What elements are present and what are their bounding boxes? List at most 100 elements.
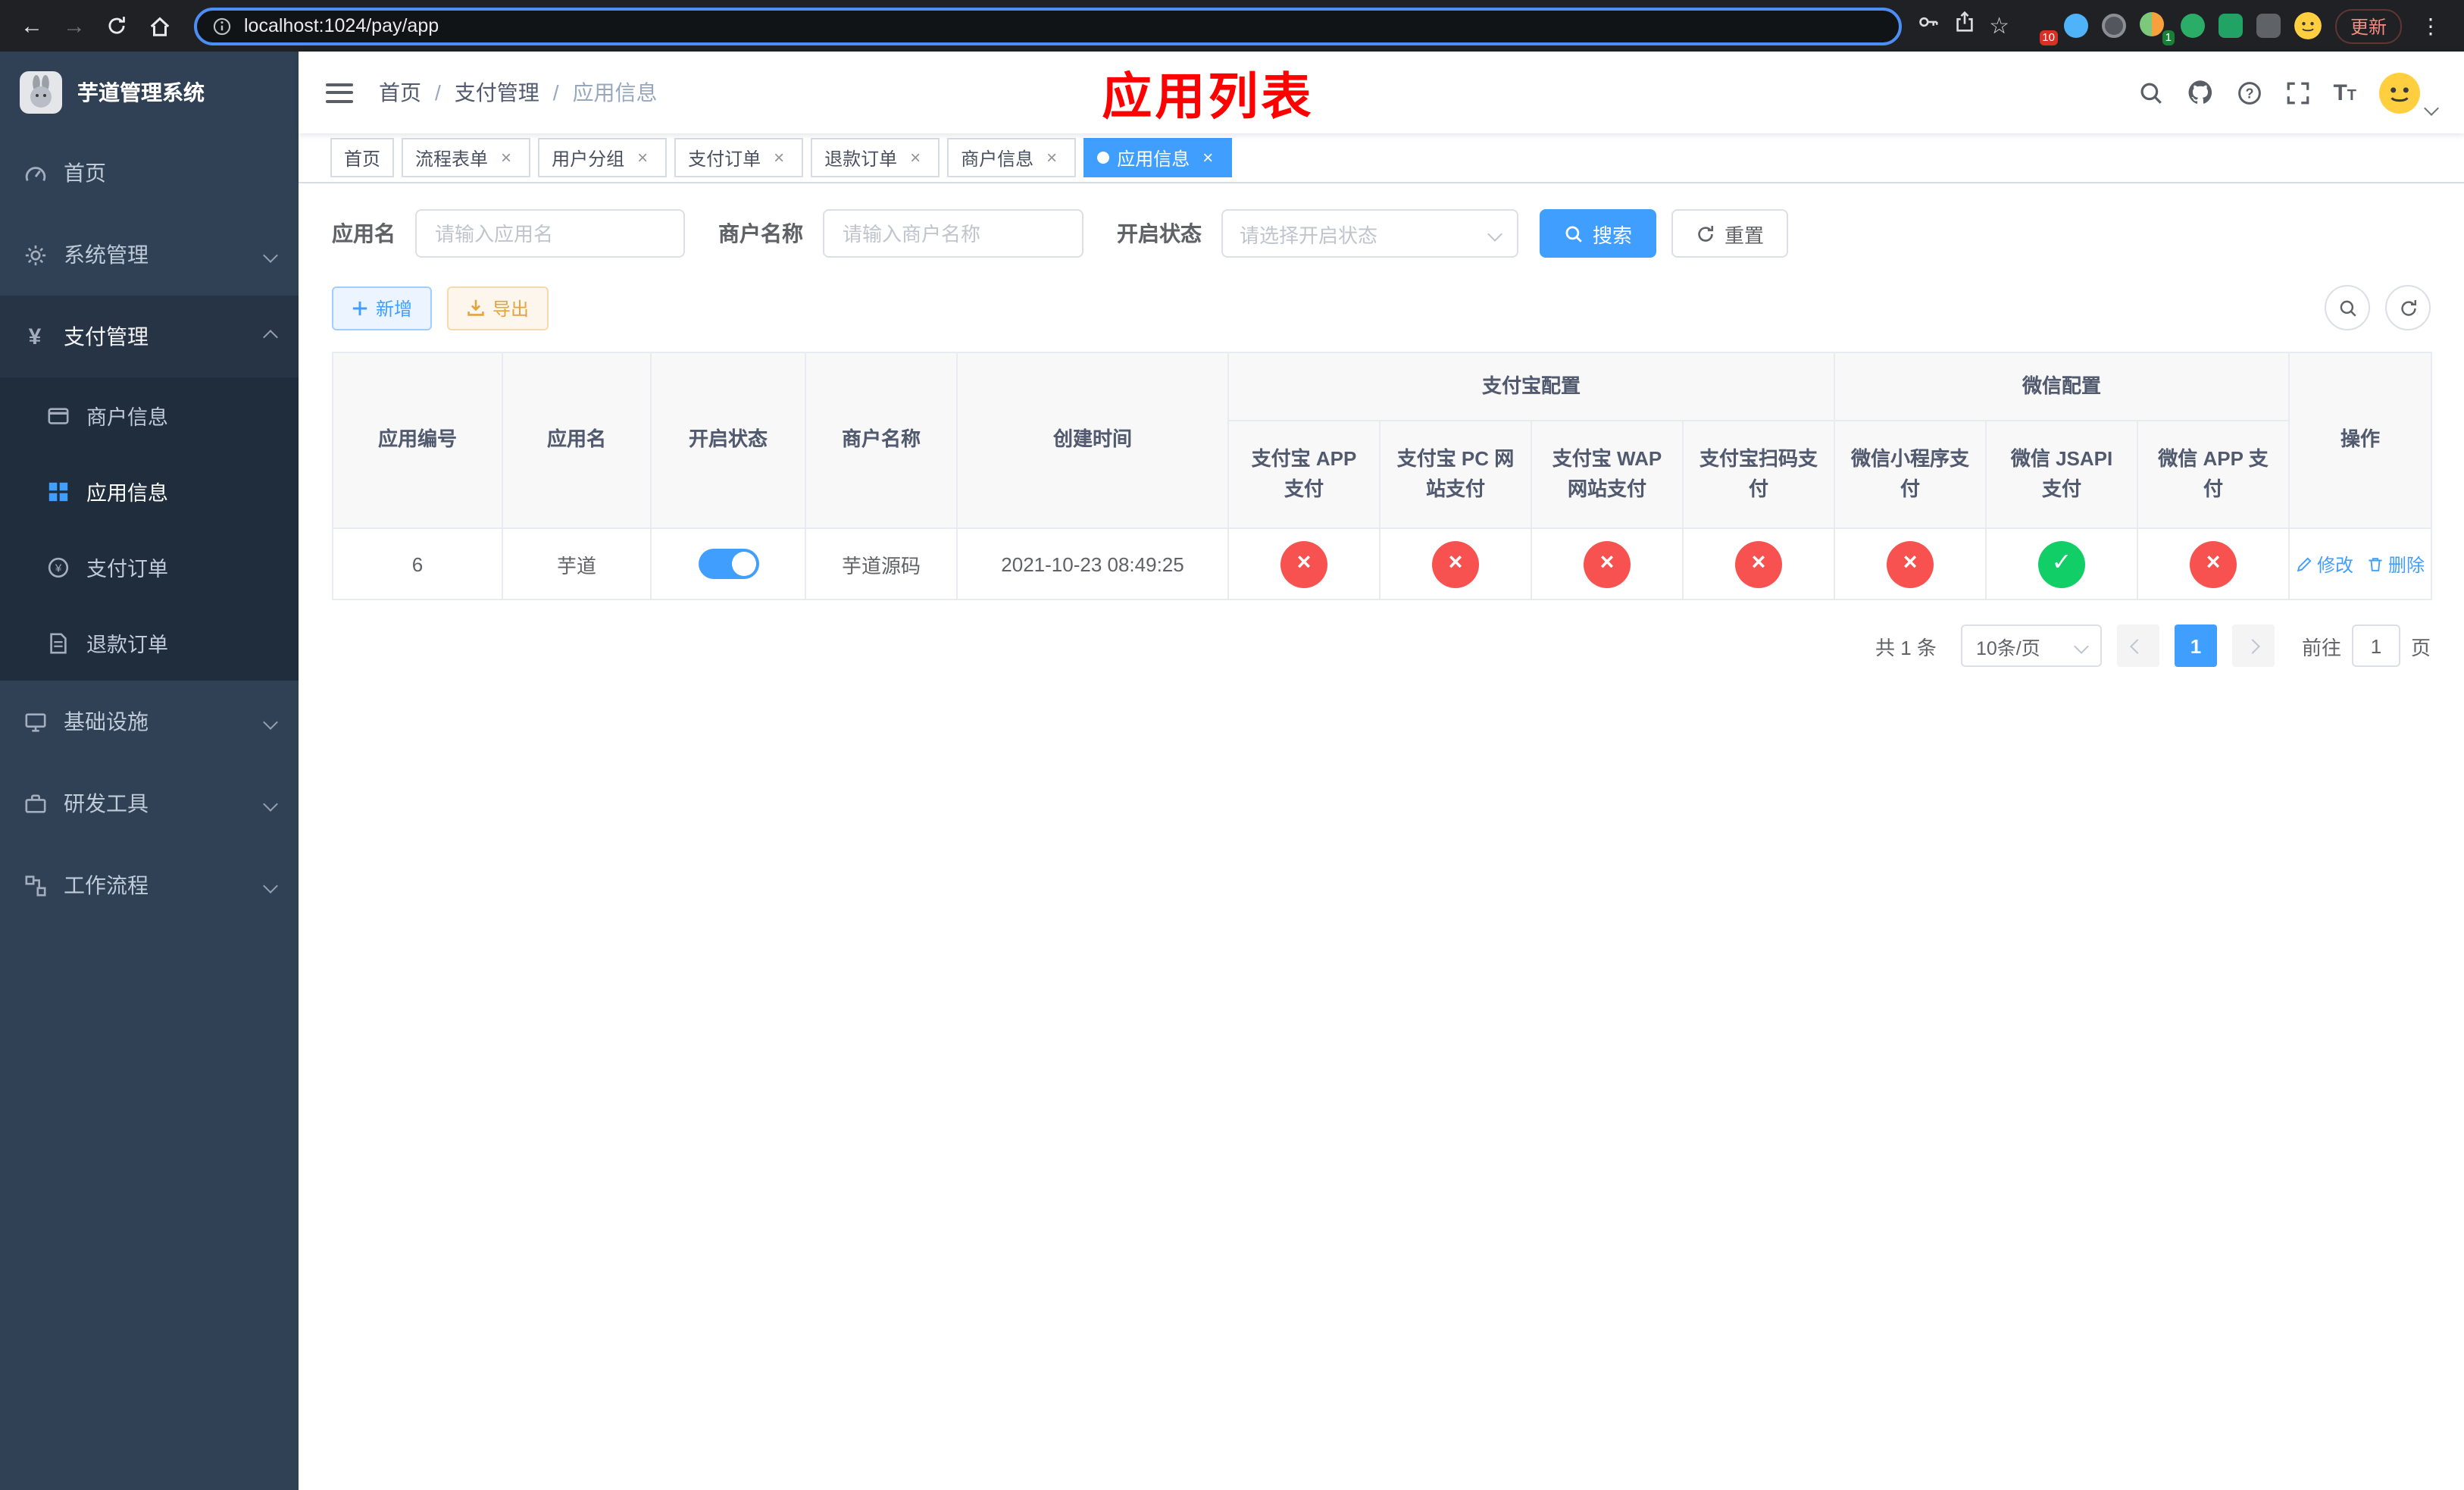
sidebar-item-payment[interactable]: ¥ 支付管理 — [0, 296, 299, 377]
sidebar-item-label: 商户信息 — [86, 406, 168, 429]
delete-link[interactable]: 删除 — [2367, 551, 2425, 577]
extension-notes-icon[interactable] — [2218, 14, 2243, 38]
browser-menu-icon[interactable]: ⋮ — [2416, 13, 2446, 39]
tab-home[interactable]: 首页 — [330, 138, 395, 177]
export-button[interactable]: 导出 — [447, 286, 549, 330]
chrome-update-button[interactable]: 更新 — [2334, 8, 2402, 43]
next-page-button[interactable] — [2231, 624, 2275, 667]
home-icon — [149, 16, 169, 36]
extension-drop-icon[interactable] — [2063, 14, 2088, 38]
prev-page-button[interactable] — [2116, 624, 2159, 667]
github-icon[interactable] — [2186, 79, 2213, 106]
tab-pay-order[interactable]: 支付订单 × — [674, 138, 804, 177]
user-avatar[interactable] — [2379, 72, 2439, 115]
trash-icon — [2369, 557, 2382, 571]
sidebar-item-refund-order[interactable]: 退款订单 — [0, 605, 299, 681]
col-alipay-app: 支付宝 APP 支付 — [1227, 420, 1381, 529]
close-icon[interactable]: × — [905, 147, 926, 168]
close-icon[interactable]: × — [496, 147, 517, 168]
col-wechat-jsapi: 微信 JSAPI 支付 — [1985, 420, 2139, 529]
fullscreen-icon[interactable] — [2284, 80, 2310, 105]
goto-page-input[interactable] — [2351, 624, 2400, 667]
cell-created: 2021-10-23 08:49:25 — [956, 527, 1229, 600]
close-icon[interactable]: × — [1197, 147, 1218, 168]
tab-process-form[interactable]: 流程表单 × — [402, 138, 531, 177]
main-area: 首页 / 支付管理 / 应用信息 应用列表 ? TT 首页 流程表单 × 用户分… — [299, 52, 2464, 1490]
breadcrumb-item[interactable]: 支付管理 — [455, 77, 539, 108]
status-cross-icon: × — [1887, 540, 1934, 587]
gear-icon — [23, 243, 47, 266]
share-icon[interactable] — [1953, 11, 1975, 41]
goto-unit-label: 页 — [2410, 636, 2431, 659]
pagination: 共 1 条 10条/页 1 前往 页 — [332, 624, 2431, 667]
tab-user-group[interactable]: 用户分组 × — [538, 138, 668, 177]
sidebar-item-infrastructure[interactable]: 基础设施 — [0, 681, 299, 762]
tab-refund-order[interactable]: 退款订单 × — [811, 138, 940, 177]
show-search-button[interactable] — [2325, 285, 2370, 330]
avatar-badge: 1 — [2162, 30, 2175, 45]
card-icon — [45, 404, 70, 427]
add-button-label: 新增 — [376, 298, 413, 319]
search-icon[interactable] — [2137, 80, 2163, 105]
reload-button[interactable] — [97, 6, 136, 45]
tab-label: 首页 — [344, 148, 381, 169]
sidebar-item-dev-tools[interactable]: 研发工具 — [0, 762, 299, 844]
tab-merchant-info[interactable]: 商户信息 × — [947, 138, 1077, 177]
app-name-input[interactable] — [415, 209, 685, 258]
sidebar-item-home[interactable]: 首页 — [0, 132, 299, 214]
chevron-down-icon — [263, 247, 278, 262]
workflow-icon — [23, 874, 47, 897]
page-number-button[interactable]: 1 — [2174, 624, 2217, 667]
home-button[interactable] — [139, 6, 179, 45]
extension-avatar-icon[interactable]: 1 — [2139, 12, 2175, 45]
site-info-icon[interactable] — [212, 16, 232, 36]
sidebar-item-label: 支付订单 — [86, 558, 168, 581]
chevron-down-icon — [263, 714, 278, 729]
close-icon[interactable]: × — [632, 147, 653, 168]
bookmark-star-icon[interactable]: ☆ — [1989, 12, 2009, 39]
sidebar-item-app-info[interactable]: 应用信息 — [0, 453, 299, 529]
help-icon[interactable]: ? — [2236, 80, 2262, 105]
back-button[interactable]: ← — [12, 6, 52, 45]
search-button[interactable]: 搜索 — [1540, 209, 1657, 258]
sidebar-toggle[interactable] — [326, 83, 353, 102]
status-toggle[interactable] — [698, 549, 758, 579]
page-size-select[interactable]: 10条/页 — [1960, 624, 2102, 667]
chevron-up-icon — [263, 329, 278, 344]
col-created: 创建时间 — [956, 352, 1229, 529]
status-select[interactable]: 请选择开启状态 — [1221, 209, 1518, 258]
password-key-icon[interactable] — [1916, 11, 1939, 41]
svg-text:¥: ¥ — [54, 562, 61, 574]
close-icon[interactable]: × — [768, 147, 790, 168]
tab-app-info[interactable]: 应用信息 × — [1083, 138, 1233, 177]
sidebar-item-system[interactable]: 系统管理 — [0, 214, 299, 296]
extension-tabs-icon[interactable]: 10 — [2023, 12, 2058, 45]
chevron-down-icon — [2074, 638, 2089, 653]
app-logo[interactable]: 芋道管理系统 — [0, 52, 299, 132]
extension-puzzle-icon[interactable] — [2256, 14, 2281, 38]
close-icon[interactable]: × — [1041, 147, 1062, 168]
status-cross-icon: × — [1432, 540, 1479, 587]
extension-wechat-icon[interactable] — [2180, 14, 2205, 38]
breadcrumb-item[interactable]: 首页 — [379, 77, 421, 108]
reset-button[interactable]: 重置 — [1671, 209, 1789, 258]
sidebar-item-pay-order[interactable]: ¥ 支付订单 — [0, 529, 299, 605]
chevron-down-icon — [263, 878, 278, 893]
sidebar-item-label: 支付管理 — [64, 324, 149, 349]
font-size-icon[interactable]: TT — [2333, 80, 2356, 105]
profile-avatar[interactable] — [2294, 12, 2322, 39]
sidebar-item-label: 系统管理 — [64, 243, 149, 267]
add-button[interactable]: 新增 — [332, 286, 433, 330]
cell-wechat-jsapi: ✓ — [1985, 527, 2139, 600]
extension-dark-icon[interactable] — [2101, 14, 2126, 38]
edit-link[interactable]: 修改 — [2296, 551, 2353, 577]
status-cross-icon: × — [1584, 540, 1631, 587]
sidebar-item-merchant-info[interactable]: 商户信息 — [0, 377, 299, 453]
merchant-name-input[interactable] — [823, 209, 1083, 258]
forward-button[interactable]: → — [55, 6, 94, 45]
sidebar-item-workflow[interactable]: 工作流程 — [0, 844, 299, 926]
filter-bar: 应用名 商户名称 开启状态 请选择开启状态 搜索 — [332, 209, 2431, 258]
refresh-table-button[interactable] — [2385, 285, 2431, 330]
address-bar[interactable]: localhost:1024/pay/app — [194, 7, 1902, 45]
col-alipay-wap: 支付宝 WAP 网站支付 — [1531, 420, 1684, 529]
